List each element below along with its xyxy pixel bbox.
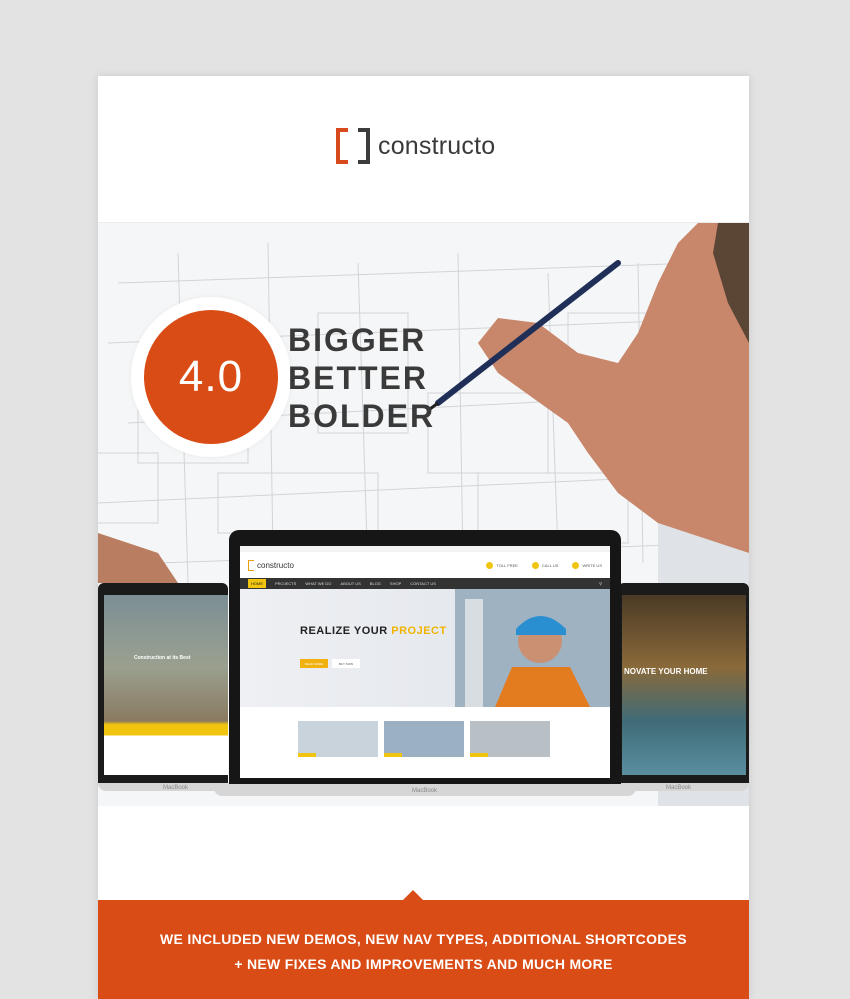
banner-notch (403, 890, 423, 900)
headline-line-2: BETTER (288, 360, 428, 396)
site-search-icon[interactable]: ⚲ (599, 581, 602, 586)
site-nav-home[interactable]: HOME (248, 579, 266, 588)
site-nav-what-we-do[interactable]: WHAT WE DO (305, 581, 331, 586)
site-info-phone: TOLL FREE (486, 561, 518, 569)
right-laptop: NOVATE YOUR HOME (618, 583, 749, 783)
site-thumb-2[interactable] (384, 721, 464, 757)
site-read-more-button[interactable]: READ MORE (300, 659, 328, 668)
center-laptop-screen: constructo TOLL FREE CALL US WRITE US HO… (240, 546, 610, 778)
site-nav: HOME PROJECTS WHAT WE DO ABOUT US BLOG S… (240, 578, 610, 589)
site-logo-icon (248, 559, 254, 571)
banner-line-2: + NEW FIXES AND IMPROVEMENTS AND MUCH MO… (234, 956, 613, 972)
site-info-call: CALL US (531, 561, 558, 569)
left-laptop-brand: MacBook (163, 785, 189, 791)
banner-line-1: WE INCLUDED NEW DEMOS, NEW NAV TYPES, AD… (160, 931, 687, 947)
hero-section: 4.0 BIGGER BETTER BOLDER Construction at… (98, 223, 749, 806)
site-thumb-3[interactable] (470, 721, 550, 757)
site-nav-projects[interactable]: PROJECTS (275, 581, 296, 586)
feature-banner: WE INCLUDED NEW DEMOS, NEW NAV TYPES, AD… (98, 900, 749, 999)
brand-logo[interactable]: constructo (336, 128, 495, 164)
bracket-logo-icon (336, 128, 370, 164)
left-laptop: Construction at its Best (98, 583, 228, 783)
version-badge: 4.0 (144, 310, 278, 444)
right-screen-title: NOVATE YOUR HOME (624, 667, 708, 676)
brand-name: constructo (378, 131, 496, 160)
site-nav-shop[interactable]: SHOP (390, 581, 401, 586)
promo-card: constructo 4.0 BIGGER BETTER BOLDER Cons… (98, 76, 749, 999)
headline-line-3: BOLDER (288, 398, 436, 434)
site-hero: REALIZE YOUR PROJECT READ MORE BUY NOW (240, 589, 610, 707)
center-laptop-brand: MacBook (412, 788, 438, 794)
site-hero-title: REALIZE YOUR PROJECT (300, 625, 447, 637)
site-info-mail: WRITE US (572, 561, 602, 569)
header: constructo (98, 76, 749, 223)
site-nav-blog[interactable]: BLOG (370, 581, 381, 586)
center-laptop: constructo TOLL FREE CALL US WRITE US HO… (229, 530, 621, 784)
headline-line-1: BIGGER (288, 322, 427, 358)
hero-headline: BIGGER BETTER BOLDER (288, 321, 435, 435)
site-buy-now-button[interactable]: BUY NOW (332, 659, 360, 668)
site-hero-text-placeholder (300, 641, 395, 653)
site-thumb-1[interactable] (298, 721, 378, 757)
site-thumbnails (240, 707, 610, 757)
left-laptop-screen: Construction at its Best (104, 595, 228, 775)
site-logo[interactable]: constructo (248, 559, 294, 571)
site-header: constructo TOLL FREE CALL US WRITE US (240, 552, 610, 578)
site-nav-about[interactable]: ABOUT US (340, 581, 360, 586)
phone-icon (486, 561, 494, 569)
call-icon (531, 561, 539, 569)
right-laptop-brand: MacBook (666, 785, 692, 791)
left-screen-title: Construction at its Best (134, 655, 191, 661)
mail-icon (572, 561, 580, 569)
worker-image (455, 589, 610, 707)
right-laptop-screen: NOVATE YOUR HOME (622, 595, 746, 775)
site-nav-contact[interactable]: CONTACT US (410, 581, 436, 586)
site-contact-info: TOLL FREE CALL US WRITE US (486, 561, 602, 569)
